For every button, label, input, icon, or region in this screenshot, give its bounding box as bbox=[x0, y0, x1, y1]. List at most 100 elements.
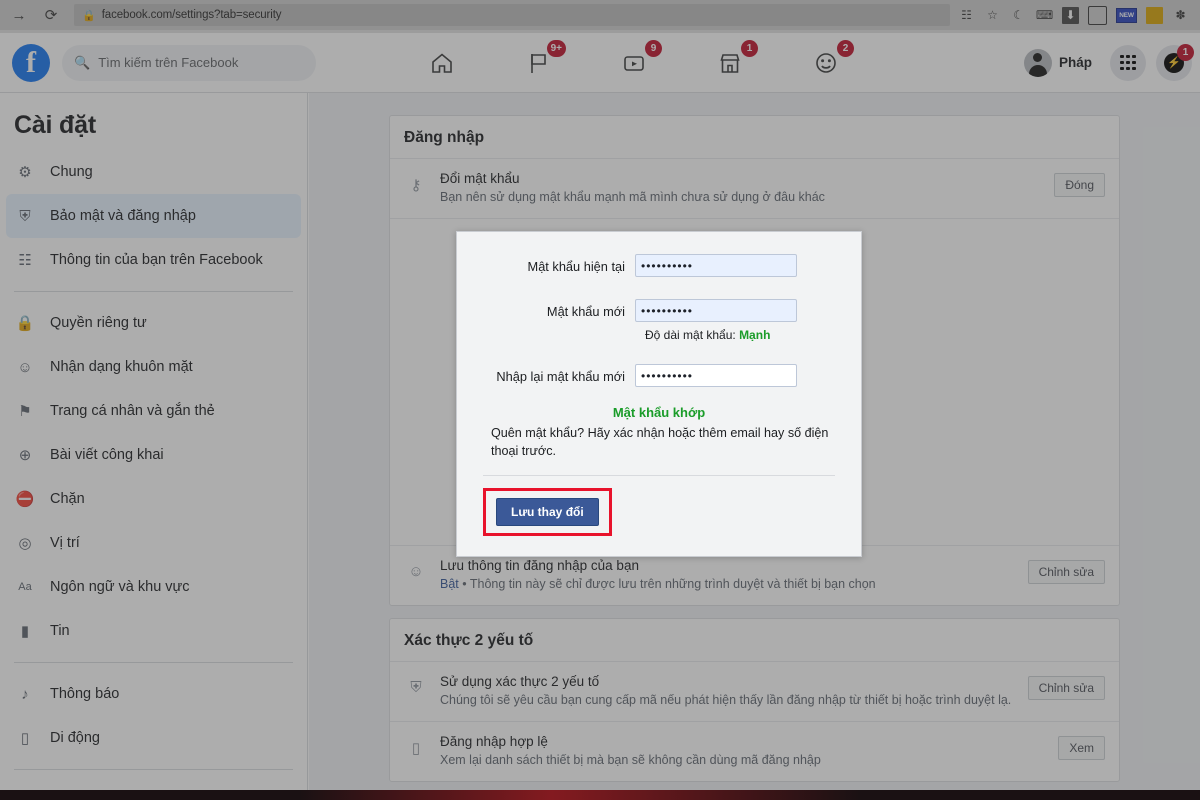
sidebar-divider bbox=[14, 769, 293, 770]
mobile-icon: ▯ bbox=[411, 739, 421, 757]
settings-sidebar: Cài đặt ⚙ Chung ⛨ Bảo mật và đăng nhập ☷ Thôn… bbox=[0, 93, 308, 800]
sidebar-item-label: Thông báo bbox=[50, 686, 120, 702]
url-text: facebook.com/settings?tab=security bbox=[101, 9, 282, 21]
new-password-input[interactable] bbox=[635, 299, 797, 322]
sidebar-item-list: ⚙ Chung ⛨ Bảo mật và đăng nhập ☷ Thông tin củ… bbox=[0, 150, 307, 770]
password-strength-note: Độ dài mật khẩu: Mạnh bbox=[457, 328, 861, 342]
picture-in-picture-icon[interactable] bbox=[1088, 5, 1107, 25]
confirm-password-input[interactable] bbox=[635, 364, 797, 387]
bookmark-star-icon[interactable]: ☆ bbox=[984, 7, 1001, 24]
strength-label: Độ dài mật khẩu: bbox=[645, 328, 736, 342]
sidebar-item-label: Trang cá nhân và gắn thẻ bbox=[50, 403, 215, 419]
nav-watch[interactable]: 9 bbox=[616, 39, 662, 80]
sidebar-item-4[interactable]: ☺ Nhận dạng khuôn mặt bbox=[6, 345, 301, 389]
current-password-row: Mật khẩu hiện tại bbox=[457, 254, 861, 277]
grid-menu-icon[interactable] bbox=[1110, 44, 1146, 81]
store-icon bbox=[720, 53, 740, 73]
current-password-input[interactable] bbox=[635, 254, 797, 277]
reload-icon[interactable]: ⟳ bbox=[38, 2, 64, 28]
row-action-button[interactable]: Chỉnh sửa bbox=[1027, 559, 1105, 584]
sidebar-item-2[interactable]: ☷ Thông tin của bạn trên Facebook bbox=[6, 238, 301, 282]
nav-groups[interactable]: 2 bbox=[808, 39, 854, 80]
sidebar-item-9[interactable]: Aa Ngôn ngữ và khu vực bbox=[6, 565, 301, 609]
sidebar-item-label: Bảo mật và đăng nhập bbox=[50, 208, 196, 224]
block-user-icon: ⛔ bbox=[15, 491, 35, 508]
nav-pages[interactable]: 9+ bbox=[520, 39, 566, 80]
yellow-lock-icon[interactable] bbox=[1146, 6, 1163, 24]
row-action-button[interactable]: Chỉnh sửa bbox=[1027, 675, 1105, 700]
search-icon: 🔍 bbox=[74, 54, 91, 70]
row-action-button[interactable]: Xem bbox=[1058, 735, 1105, 760]
annotation-highlight-box: Lưu thay đổi bbox=[483, 487, 612, 536]
forgot-password-text: Quên mật khẩu? Hãy xác nhận hoặc thêm em… bbox=[491, 426, 829, 459]
row-body: Đăng nhập hợp lệ Xem lại danh sách thiết … bbox=[440, 734, 1046, 769]
bell-icon: ♪ bbox=[21, 685, 29, 703]
sidebar-item-0[interactable]: ⚙ Chung bbox=[6, 150, 301, 194]
row-body: Đổi mật khẩu Bạn nên sử dụng mật khẩu mạn… bbox=[440, 171, 1042, 206]
save-changes-button[interactable]: Lưu thay đổi bbox=[496, 497, 599, 526]
profile-chip[interactable]: Pháp bbox=[1021, 46, 1100, 80]
sidebar-item-label: Thông tin của bạn trên Facebook bbox=[50, 252, 263, 268]
sidebar-item-10[interactable]: ▮ Tin bbox=[6, 609, 301, 653]
gear-icon: ⚙ bbox=[18, 164, 32, 181]
face-recognition-icon: ☺ bbox=[17, 358, 33, 376]
address-bar[interactable]: 🔒 facebook.com/settings?tab=security bbox=[74, 4, 950, 26]
nav-home[interactable] bbox=[424, 46, 460, 80]
facebook-header: f 🔍 Tìm kiếm trên Facebook 9+ 9 1 2 Pháp… bbox=[0, 33, 1200, 93]
sidebar-divider bbox=[14, 291, 293, 292]
row-subtitle: Chúng tôi sẽ yêu cầu bạn cung cấp mã nếu… bbox=[440, 692, 1012, 707]
sidebar-item-8[interactable]: ◎ Vị trí bbox=[6, 521, 301, 565]
profile-name: Pháp bbox=[1058, 55, 1092, 70]
password-match-status: Mật khẩu khớp bbox=[612, 405, 706, 420]
row-action-button[interactable]: Đóng bbox=[1054, 173, 1105, 197]
bottom-dark-band bbox=[0, 790, 1200, 800]
row-body: Sử dụng xác thực 2 yếu tố Chúng tôi sẽ yê… bbox=[440, 674, 1016, 709]
sidebar-item-label: Ngôn ngữ và khu vực bbox=[50, 579, 190, 595]
change-password-modal: Mật khẩu hiện tại Mật khẩu mới Độ dài mậ… bbox=[456, 231, 862, 557]
sidebar-item-6[interactable]: ⊕ Bài viết công khai bbox=[6, 433, 301, 477]
sidebar-item-1[interactable]: ⛨ Bảo mật và đăng nhập bbox=[6, 194, 301, 238]
card-title: Xác thực 2 yếu tố bbox=[390, 619, 1119, 662]
forward-icon[interactable]: → bbox=[6, 2, 32, 28]
nav-marketplace-badge: 1 bbox=[741, 39, 758, 57]
mobile-icon: ▯ bbox=[20, 730, 30, 747]
sidebar-divider bbox=[14, 662, 293, 663]
messenger-button[interactable]: ⚡ 1 bbox=[1156, 43, 1194, 81]
sidebar-item-7[interactable]: ⛔ Chặn bbox=[6, 477, 301, 521]
settings-card-1: Xác thực 2 yếu tố ⛨ Sử dụng xác thực 2 yếu… bbox=[389, 617, 1120, 782]
confirm-password-row: Nhập lại mật khẩu mới bbox=[457, 364, 861, 387]
nav-watch-badge: 9 bbox=[645, 39, 662, 57]
new-badge-icon[interactable]: NEW bbox=[1116, 7, 1137, 23]
grid-info-icon: ☷ bbox=[18, 252, 32, 269]
search-input[interactable]: 🔍 Tìm kiếm trên Facebook bbox=[62, 44, 316, 81]
settings-row: ⛨ Sử dụng xác thực 2 yếu tố Chúng tôi sẽ y… bbox=[390, 662, 1119, 722]
sidebar-item-5[interactable]: ⚑ Trang cá nhân và gắn thẻ bbox=[6, 389, 301, 433]
lock-icon: 🔒 bbox=[15, 315, 35, 332]
nav-marketplace[interactable]: 1 bbox=[712, 39, 758, 80]
facebook-logo-icon[interactable]: f bbox=[12, 43, 50, 82]
puzzle-extension-icon[interactable]: ✽ bbox=[1172, 7, 1189, 24]
row-title: Đổi mật khẩu bbox=[440, 171, 520, 186]
stories-icon: ▮ bbox=[20, 623, 30, 640]
row-title: Lưu thông tin đăng nhập của bạn bbox=[440, 557, 639, 573]
sidebar-item-label: Chung bbox=[50, 164, 93, 180]
modal-footer: Lưu thay đổi bbox=[457, 476, 861, 548]
sidebar-item-12[interactable]: ▯ Di động bbox=[6, 716, 301, 760]
key-icon[interactable]: ☷ bbox=[958, 7, 975, 24]
person-circle-icon: ☺ bbox=[408, 563, 424, 581]
location-pin-icon: ◎ bbox=[18, 535, 32, 552]
row-subtitle: Xem lại danh sách thiết bị mà bạn sẽ khô… bbox=[440, 752, 821, 767]
row-subtitle: Bạn nên sử dụng mật khẩu mạnh mã mình ch… bbox=[440, 190, 825, 204]
sidebar-item-3[interactable]: 🔒 Quyền riêng tư bbox=[6, 301, 301, 345]
nav-groups-badge: 2 bbox=[837, 39, 854, 57]
globe-icon: ⊕ bbox=[18, 447, 32, 464]
row-status-value: Bật bbox=[440, 576, 459, 591]
row-title: Đăng nhập hợp lệ bbox=[440, 733, 548, 749]
download-icon[interactable]: ⬇ bbox=[1062, 6, 1079, 24]
row-body: Lưu thông tin đăng nhập của bạn Bật • Thô… bbox=[440, 558, 1016, 593]
sidebar-item-11[interactable]: ♪ Thông báo bbox=[6, 672, 301, 716]
page-title: Cài đặt bbox=[14, 111, 96, 139]
dark-mode-moon-icon[interactable]: ☾ bbox=[1010, 7, 1027, 24]
home-icon bbox=[432, 52, 452, 73]
shield-adblock-icon[interactable]: ⌨ bbox=[1036, 7, 1053, 24]
